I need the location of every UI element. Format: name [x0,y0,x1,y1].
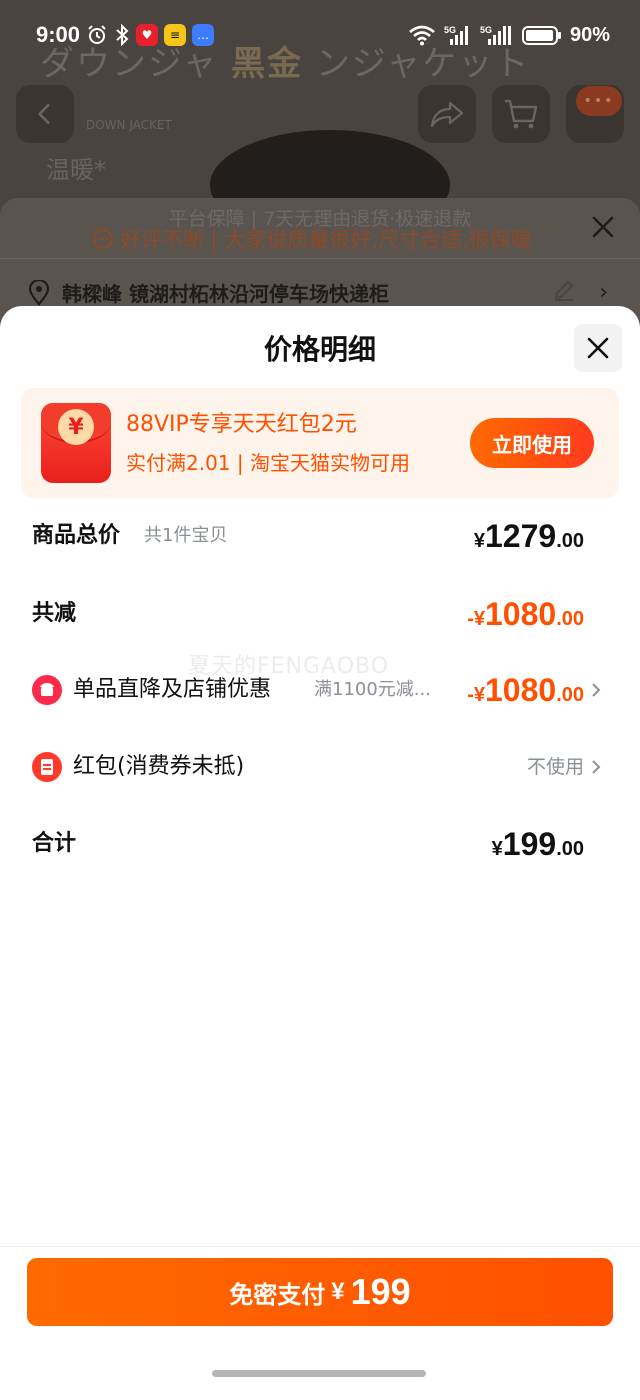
red-packet-label: 红包(消费券未抵) [73,754,245,779]
alarm-icon [88,25,106,44]
background-close-button[interactable] [588,212,618,242]
pay-amount: 199 [350,1271,411,1312]
price-detail-sheet: 价格明细 ¥ 88VIP专享天天红包2元 实付满2.01 | 淘宝天猫实物可用 … [0,306,640,1400]
sheet-title: 价格明细 [263,333,376,366]
total-discount-label: 共减 [32,601,77,626]
svg-text:5G: 5G [480,25,492,35]
svg-text:5G: 5G [444,25,456,35]
cart-icon [505,99,538,129]
chevron-right-icon [590,660,602,720]
item-count: 共1件宝贝 [144,525,228,546]
vip-coupon-card: ¥ 88VIP专享天天红包2元 实付满2.01 | 淘宝天猫实物可用 立即使用 [21,388,619,498]
sum-row: 合计 ¥199.00 [0,814,640,874]
address-row[interactable]: 韩樑峰 镜湖村柘林沿河停车场快递柜 [28,278,389,307]
location-pin-icon [28,279,50,306]
footer-divider [0,1246,640,1247]
background-banner-sub: DOWN JACKET [86,118,172,132]
status-time: 9:00 [36,22,81,47]
yuan-coin-icon: ¥ [58,409,94,445]
coupon-description: 实付满2.01 | 淘宝天猫实物可用 [126,451,410,475]
chevron-right-icon: › [599,280,608,305]
chat-bubble-icon [93,229,113,249]
coupon-title: 88VIP专享天天红包2元 [126,412,357,437]
red-packet-icon [32,752,62,782]
close-icon [592,216,614,238]
total-discount-row: 共减 -¥1080.00 [0,584,640,644]
use-now-button[interactable]: 立即使用 [470,418,594,468]
close-icon [587,337,609,359]
address-text: 韩樑峰 镜湖村柘林沿河停车场快递柜 [62,282,389,306]
store-discount-value: -¥1080.00 [467,672,584,708]
home-indicator[interactable] [212,1370,426,1377]
red-packet-row[interactable]: 红包(消费券未抵) 不使用 [0,737,640,797]
pencil-icon [554,280,574,301]
status-notification-icons: ♥ ≡ … [86,24,215,46]
background-warm-text: 温暖* [46,156,106,184]
edit-address-button[interactable] [552,278,576,306]
cart-button[interactable] [492,85,550,143]
message-badge: ••• [576,86,622,116]
health-app-icon: ♥ [136,24,159,46]
review-text: 好评不断 | 大家说质量很好,尺寸合适,很保暖 [120,228,532,252]
pay-label: 免密支付 [229,1280,326,1309]
status-bar: 9:00 ♥ ≡ … 5G 5G 90% [0,0,640,70]
red-packet-value[interactable]: 不使用 [527,737,584,797]
pay-currency: ¥ [331,1278,345,1305]
battery-percent: 90% [569,23,610,46]
sum-label: 合计 [32,831,77,856]
status-system-icons: 5G 5G 90% [408,24,610,47]
share-icon [430,101,464,128]
battery-icon [521,26,561,45]
red-envelope-icon: ¥ [41,403,111,483]
total-price-row: 商品总价 共1件宝贝 ¥1279.00 [0,506,640,566]
chevron-left-icon [38,104,50,124]
total-discount-value: -¥1080.00 [467,596,584,632]
divider [0,258,640,259]
music-app-icon: ≡ [164,24,187,46]
sum-value: ¥199.00 [491,826,584,862]
signal-5g-icon-2: 5G [480,25,511,45]
wifi-icon [409,25,435,46]
signal-5g-icon-1: 5G [444,25,468,45]
close-button[interactable] [574,324,622,372]
password-free-pay-button[interactable]: 免密支付 ¥199 [27,1258,613,1326]
back-button[interactable] [16,85,74,143]
review-banner: 好评不断 | 大家说质量很好,尺寸合适,很保暖 [92,224,532,254]
message-app-icon: … [192,24,215,46]
total-price-value: ¥1279.00 [473,518,584,554]
share-button[interactable] [418,85,476,143]
shop-icon [32,675,62,705]
watermark: 夏天的FENGAOBO [188,654,390,679]
chevron-right-icon [590,737,602,797]
total-price-label: 商品总价 [32,523,121,548]
bluetooth-icon [116,24,129,46]
